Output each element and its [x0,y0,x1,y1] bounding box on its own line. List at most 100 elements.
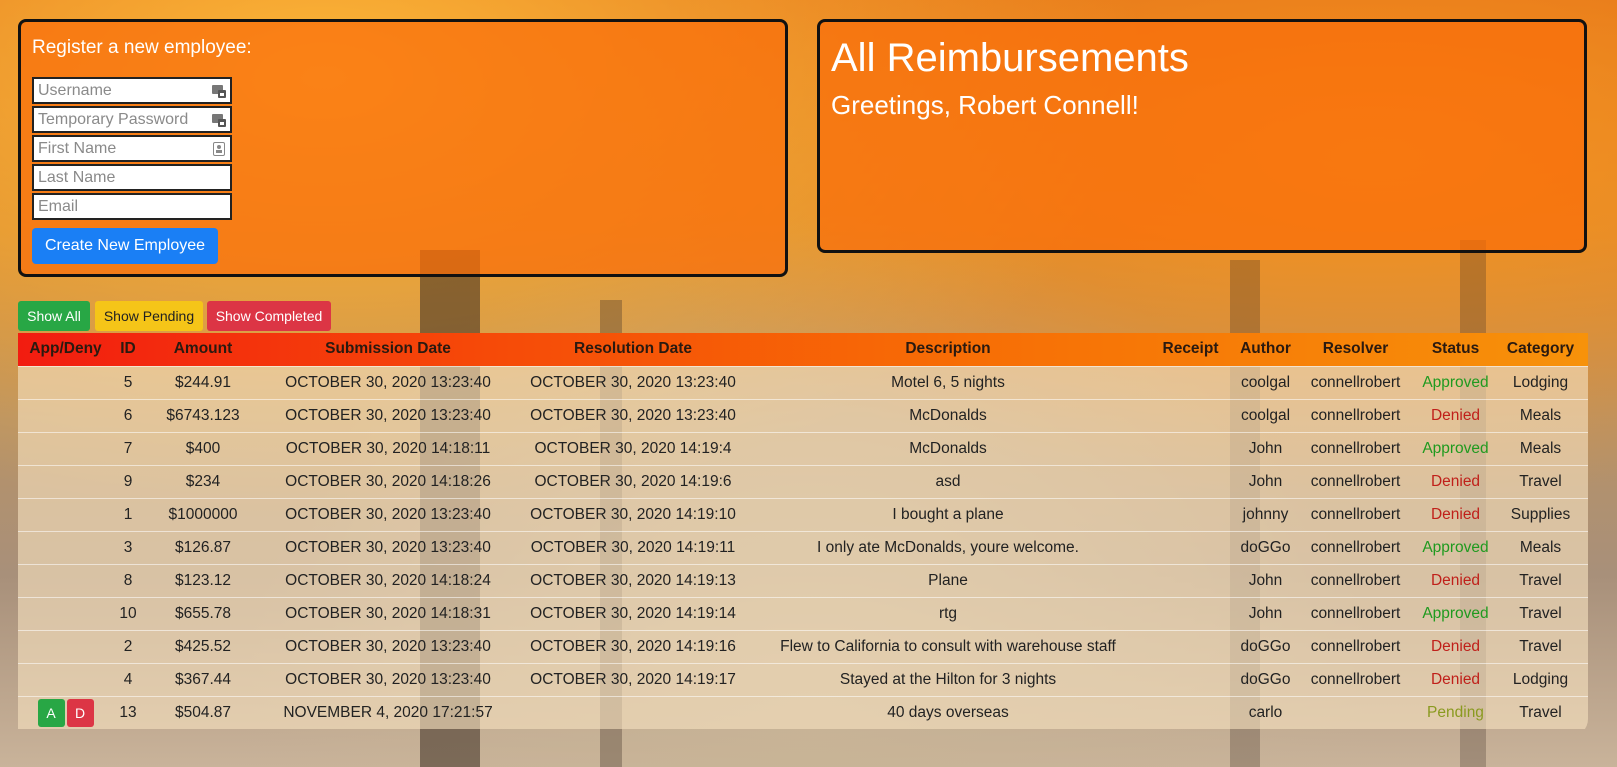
cell-submitted: OCTOBER 30, 2020 14:18:11 [285,439,491,457]
cell-description: asd [935,472,961,490]
cell-receipt [1143,366,1238,399]
approve-deny-cell [18,630,113,663]
column-header: Submission Date [325,340,451,358]
column-header: Category [1506,340,1575,358]
cell-resolver: connellrobert [1310,670,1401,688]
show-pending-button[interactable]: Show Pending [95,301,203,331]
cell-description: Flew to California to consult with wareh… [780,637,1116,655]
cell-amount: $126.87 [174,538,232,556]
cell-id: 3 [123,538,133,556]
create-employee-button[interactable]: Create New Employee [32,228,218,264]
cell-submitted: OCTOBER 30, 2020 14:18:31 [285,604,491,622]
cell-author: coolgal [1240,373,1291,391]
cell-submitted: OCTOBER 30, 2020 13:23:40 [285,505,491,523]
cell-amount: $367.44 [174,670,232,688]
cell-receipt [1143,498,1238,531]
table-header-row: App/Deny ID Amount Submission Date Resol… [18,333,1588,366]
cell-description: rtg [938,604,958,622]
cell-id: 7 [123,439,133,457]
cell-resolver [1293,696,1418,729]
cell-resolver: connellrobert [1310,439,1401,457]
cell-author: carlo [1248,703,1283,721]
cell-author: John [1248,472,1283,490]
reimbursements-table: App/Deny ID Amount Submission Date Resol… [18,333,1588,729]
cell-description: I bought a plane [892,505,1004,523]
cell-amount: $400 [185,439,221,457]
approve-button[interactable]: A [37,698,65,727]
table-row: 4 $367.44 OCTOBER 30, 2020 13:23:40 OCTOBER… [18,663,1588,696]
cell-submitted: OCTOBER 30, 2020 13:23:40 [285,637,491,655]
cell-receipt [1143,531,1238,564]
password-manager-icon[interactable] [212,113,226,127]
status-badge: Approved [1422,439,1489,457]
temp-password-input[interactable] [38,110,212,129]
first-name-field[interactable] [32,135,232,162]
column-header: Resolution Date [574,340,692,358]
cell-amount: $1000000 [168,505,238,523]
cell-receipt [1143,432,1238,465]
cell-amount: $425.52 [174,637,232,655]
status-badge: Denied [1430,472,1481,490]
table-row: 10 $655.78 OCTOBER 30, 2020 14:18:31 OCTOBE… [18,597,1588,630]
cell-submitted: OCTOBER 30, 2020 14:18:26 [285,472,491,490]
cell-description: Plane [928,571,968,589]
email-input[interactable] [38,197,226,216]
status-badge: Denied [1430,637,1481,655]
cell-receipt [1143,399,1238,432]
cell-author: John [1248,571,1283,589]
email-field[interactable] [32,193,232,220]
cell-resolver: connellrobert [1310,538,1401,556]
approve-deny-cell [18,399,113,432]
username-field[interactable] [32,77,232,104]
cell-amount: $244.91 [174,373,232,391]
status-badge: Denied [1430,571,1481,589]
cell-amount: $234 [185,472,221,490]
cell-description: Motel 6, 5 nights [891,373,1005,391]
cell-resolver: connellrobert [1310,472,1401,490]
cell-id: 4 [123,670,133,688]
last-name-input[interactable] [38,168,226,187]
cell-category: Lodging [1512,670,1569,688]
cell-submitted: OCTOBER 30, 2020 13:23:40 [285,373,491,391]
cell-id: 6 [123,406,133,424]
cell-category: Meals [1519,538,1562,556]
show-completed-button[interactable]: Show Completed [207,301,331,331]
cell-id: 8 [123,571,133,589]
temp-password-field[interactable] [32,106,232,133]
contact-card-icon[interactable] [212,141,226,156]
cell-author: johnny [1242,505,1289,523]
cell-resolved: OCTOBER 30, 2020 14:19:13 [530,571,736,589]
cell-amount: $123.12 [174,571,232,589]
reimbursements-table-container: App/Deny ID Amount Submission Date Resol… [18,333,1588,737]
show-all-button[interactable]: Show All [18,301,90,331]
cell-receipt [1143,564,1238,597]
cell-resolved: OCTOBER 30, 2020 14:19:16 [530,637,736,655]
status-badge: Pending [1427,703,1484,721]
cell-id: 2 [123,637,133,655]
column-header: Description [905,340,991,358]
table-row: 7 $400 OCTOBER 30, 2020 14:18:11 OCTOBER 30… [18,432,1588,465]
table-row: 9 $234 OCTOBER 30, 2020 14:18:26 OCTOBER 30… [18,465,1588,498]
password-manager-icon[interactable] [212,84,226,98]
greeting-panel: All Reimbursements Greetings, Robert Con… [817,19,1587,253]
cell-submitted: OCTOBER 30, 2020 13:23:40 [285,406,491,424]
cell-resolved: OCTOBER 30, 2020 13:23:40 [530,406,736,424]
cell-author: doGGo [1240,670,1291,688]
cell-resolver: connellrobert [1310,604,1401,622]
cell-id: 10 [119,604,137,622]
approve-deny-cell [18,564,113,597]
cell-category: Travel [1519,604,1562,622]
deny-button[interactable]: D [66,698,94,727]
last-name-field[interactable] [32,164,232,191]
cell-id: 1 [123,505,133,523]
cell-description: Stayed at the Hilton for 3 nights [839,670,1057,688]
username-input[interactable] [38,81,212,100]
cell-category: Supplies [1510,505,1571,523]
column-header: Status [1431,340,1480,358]
first-name-input[interactable] [38,139,212,158]
cell-submitted: NOVEMBER 4, 2020 17:21:57 [283,703,493,721]
approve-deny-cell [18,531,113,564]
approve-deny-cell [18,465,113,498]
cell-category: Travel [1519,703,1562,721]
cell-receipt [1143,696,1238,729]
